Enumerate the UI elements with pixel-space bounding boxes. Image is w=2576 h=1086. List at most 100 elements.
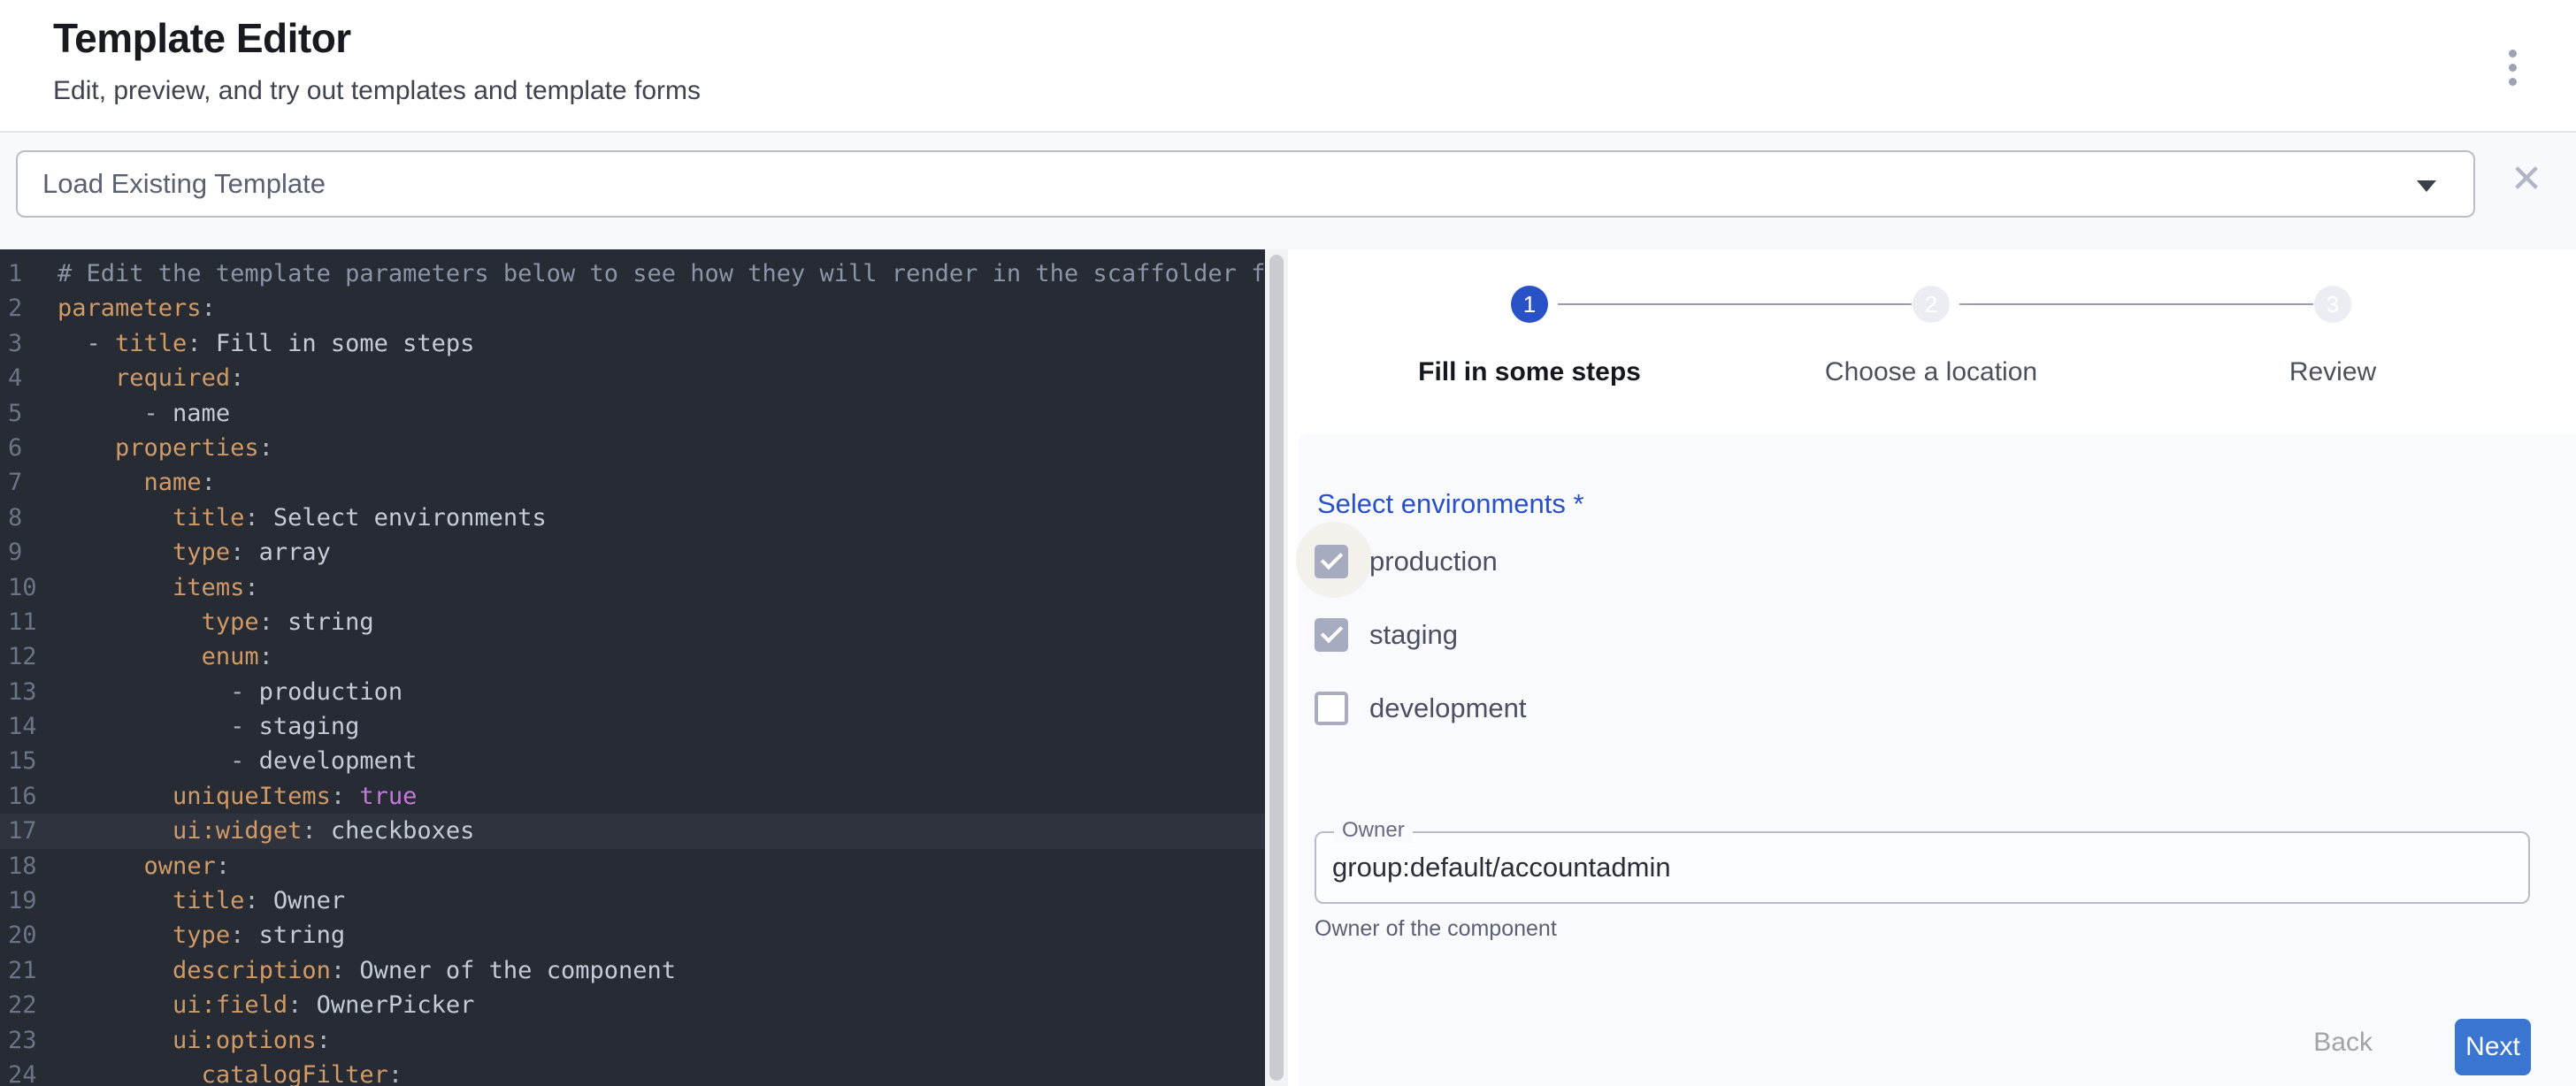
step-label-3: Review	[2289, 357, 2376, 387]
checkbox-label[interactable]: production	[1369, 546, 1498, 577]
line-number: 6	[0, 431, 58, 465]
checkbox-row-production[interactable]: production	[1315, 542, 1498, 581]
code-text: title: Select environments	[58, 501, 1265, 535]
owner-input[interactable]	[1315, 831, 2530, 904]
yaml-code-editor[interactable]: 1# Edit the template parameters below to…	[0, 249, 1265, 1086]
line-number: 13	[0, 675, 58, 709]
line-number: 15	[0, 744, 58, 778]
code-text: ui:widget: checkboxes	[58, 814, 1265, 848]
step-circle-3: 3	[2314, 286, 2351, 323]
code-text: - staging	[58, 709, 1265, 744]
line-number: 17	[0, 814, 58, 848]
editor-line[interactable]: 16 uniqueItems: true	[0, 779, 1265, 814]
template-preview-panel: 1 Fill in some steps 2 Choose a location 3 Re…	[1288, 249, 2576, 1086]
line-number: 1	[0, 256, 58, 291]
code-text: - production	[58, 675, 1265, 709]
code-text: title: Owner	[58, 883, 1265, 918]
editor-line[interactable]: 11 type: string	[0, 605, 1265, 639]
editor-line[interactable]: 3 - title: Fill in some steps	[0, 326, 1265, 361]
step-label-1: Fill in some steps	[1418, 357, 1641, 387]
owner-helper-text: Owner of the component	[1315, 916, 1557, 942]
wizard-form: Select environments * productionstagingd…	[1299, 433, 2576, 1086]
line-number: 22	[0, 988, 58, 1022]
code-text: owner:	[58, 849, 1265, 883]
editor-line[interactable]: 13 - production	[0, 675, 1265, 709]
editor-line[interactable]: 8 title: Select environments	[0, 501, 1265, 535]
template-editor-page: Template Editor Edit, preview, and try o…	[0, 0, 2576, 1086]
step-circle-2: 2	[1913, 286, 1950, 323]
line-number: 24	[0, 1058, 58, 1086]
editor-scrollbar-thumb[interactable]	[1269, 255, 1284, 1081]
editor-line[interactable]: 12 enum:	[0, 639, 1265, 674]
line-number: 20	[0, 918, 58, 952]
editor-line[interactable]: 20 type: string	[0, 918, 1265, 952]
code-text: ui:options:	[58, 1023, 1265, 1058]
checkbox-label[interactable]: development	[1369, 692, 1527, 724]
checkbox-checked-icon[interactable]	[1315, 545, 1348, 578]
page-subtitle: Edit, preview, and try out templates and…	[53, 76, 701, 106]
editor-line[interactable]: 6 properties:	[0, 431, 1265, 465]
code-text: type: string	[58, 918, 1265, 952]
line-number: 2	[0, 291, 58, 325]
line-number: 5	[0, 396, 58, 431]
line-number: 12	[0, 639, 58, 674]
page-header: Template Editor Edit, preview, and try o…	[0, 0, 2576, 133]
checkbox-row-development[interactable]: development	[1315, 689, 1527, 728]
editor-line[interactable]: 24 catalogFilter:	[0, 1058, 1265, 1086]
code-text: catalogFilter:	[58, 1058, 1265, 1086]
code-text: ui:field: OwnerPicker	[58, 988, 1265, 1022]
next-button[interactable]: Next	[2455, 1019, 2531, 1075]
back-button[interactable]: Back	[2297, 1019, 2388, 1067]
step-circle-1: 1	[1511, 286, 1548, 323]
editor-scrollbar-track[interactable]	[1265, 249, 1288, 1086]
editor-line[interactable]: 14 - staging	[0, 709, 1265, 744]
step-connector-line	[1558, 303, 1912, 305]
code-text: # Edit the template parameters below to …	[58, 256, 1265, 291]
line-number: 16	[0, 779, 58, 814]
editor-line[interactable]: 15 - development	[0, 744, 1265, 778]
checkbox-checked-icon[interactable]	[1315, 618, 1348, 652]
editor-line[interactable]: 5 - name	[0, 396, 1265, 431]
editor-line[interactable]: 22 ui:field: OwnerPicker	[0, 988, 1265, 1022]
wizard-stepper: 1 Fill in some steps 2 Choose a location 3 Re…	[1288, 249, 2576, 433]
editor-line[interactable]: 2parameters:	[0, 291, 1265, 325]
load-existing-template-placeholder: Load Existing Template	[42, 168, 326, 200]
code-text: - development	[58, 744, 1265, 778]
load-existing-template-select[interactable]: Load Existing Template	[16, 150, 2475, 218]
code-text: type: string	[58, 605, 1265, 639]
code-text: type: array	[58, 535, 1265, 570]
code-text: description: Owner of the component	[58, 953, 1265, 988]
editor-line[interactable]: 21 description: Owner of the component	[0, 953, 1265, 988]
owner-field-wrap: Owner	[1315, 831, 2530, 904]
line-number: 3	[0, 326, 58, 361]
code-text: enum:	[58, 639, 1265, 674]
editor-line[interactable]: 17 ui:widget: checkboxes	[0, 814, 1265, 848]
kebab-menu-icon[interactable]	[2491, 35, 2534, 99]
editor-line[interactable]: 7 name:	[0, 465, 1265, 500]
line-number: 18	[0, 849, 58, 883]
line-number: 23	[0, 1023, 58, 1058]
editor-line[interactable]: 18 owner:	[0, 849, 1265, 883]
editor-line[interactable]: 19 title: Owner	[0, 883, 1265, 918]
checkbox-unchecked-icon[interactable]	[1315, 692, 1348, 725]
checkbox-row-staging[interactable]: staging	[1315, 616, 1458, 654]
code-text: name:	[58, 465, 1265, 500]
line-number: 10	[0, 570, 58, 605]
editor-line[interactable]: 4 required:	[0, 361, 1265, 395]
checkbox-label[interactable]: staging	[1369, 619, 1458, 651]
line-number: 19	[0, 883, 58, 918]
code-text: uniqueItems: true	[58, 779, 1265, 814]
editor-line[interactable]: 1# Edit the template parameters below to…	[0, 256, 1265, 291]
line-number: 4	[0, 361, 58, 395]
close-icon[interactable]: ✕	[2502, 154, 2551, 203]
code-text: parameters:	[58, 291, 1265, 325]
code-text: required:	[58, 361, 1265, 395]
step-label-2: Choose a location	[1825, 357, 2037, 387]
editor-line[interactable]: 10 items:	[0, 570, 1265, 605]
chevron-down-icon	[2417, 180, 2436, 192]
line-number: 8	[0, 501, 58, 535]
editor-line[interactable]: 23 ui:options:	[0, 1023, 1265, 1058]
code-text: items:	[58, 570, 1265, 605]
editor-line[interactable]: 9 type: array	[0, 535, 1265, 570]
line-number: 21	[0, 953, 58, 988]
